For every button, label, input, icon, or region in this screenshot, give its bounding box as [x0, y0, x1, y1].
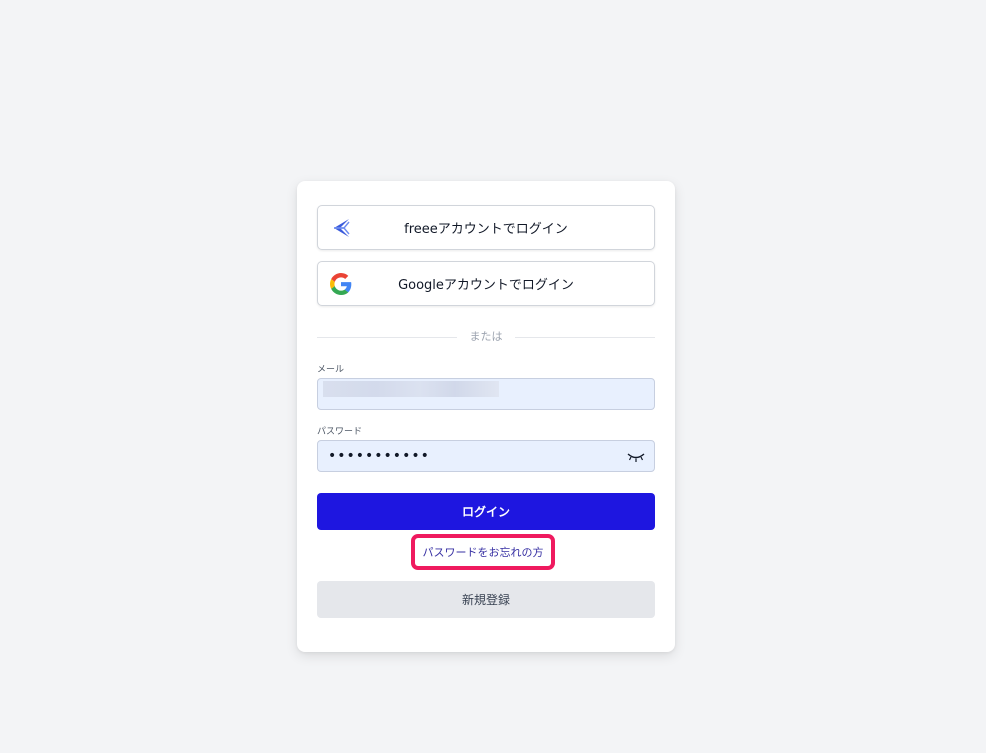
eye-closed-icon[interactable]	[627, 451, 645, 463]
google-login-label: Googleアカウントでログイン	[398, 278, 574, 293]
freee-login-button[interactable]: freeeアカウントでログイン	[317, 205, 655, 250]
or-divider: または	[317, 329, 655, 345]
email-label: メール	[317, 365, 345, 375]
register-button[interactable]: 新規登録	[317, 581, 655, 618]
divider-text: または	[469, 330, 503, 343]
password-value: •••••••••••	[328, 448, 430, 464]
google-login-button[interactable]: Googleアカウントでログイン	[317, 261, 655, 306]
password-field[interactable]: •••••••••••	[317, 440, 655, 472]
login-card: freeeアカウントでログイン Googleアカウントでログイン または メール…	[297, 181, 675, 652]
forgot-password-highlight: パスワードをお忘れの方	[411, 534, 555, 570]
password-label: パスワード	[317, 427, 363, 437]
forgot-password-link[interactable]: パスワードをお忘れの方	[423, 544, 544, 560]
email-field[interactable]	[317, 378, 655, 410]
freee-login-label: freeeアカウントでログイン	[404, 222, 568, 237]
login-button[interactable]: ログイン	[317, 493, 655, 530]
